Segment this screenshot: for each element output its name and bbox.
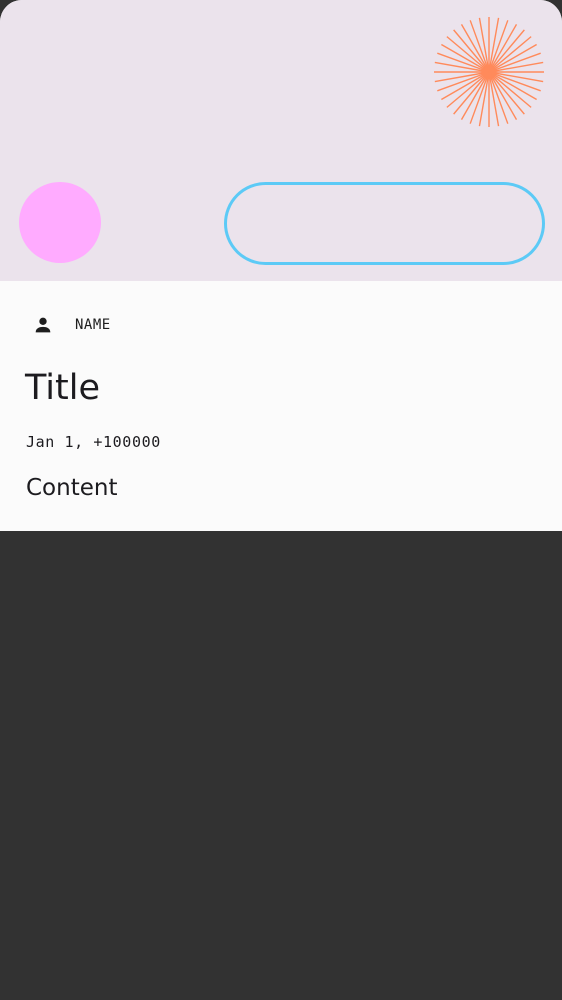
person-icon	[35, 317, 51, 333]
card-date: Jan 1, +100000	[26, 433, 161, 451]
author-name: NAME	[75, 317, 111, 333]
article-card[interactable]: NAME Title Jan 1, +100000 Content	[0, 0, 562, 531]
avatar[interactable]	[19, 182, 101, 263]
pill-shape[interactable]	[224, 182, 545, 265]
author-row: NAME	[32, 312, 111, 338]
sunburst-icon	[434, 17, 544, 127]
card-content: Content	[26, 475, 118, 501]
card-title: Title	[25, 368, 101, 408]
card-header	[0, 0, 562, 281]
